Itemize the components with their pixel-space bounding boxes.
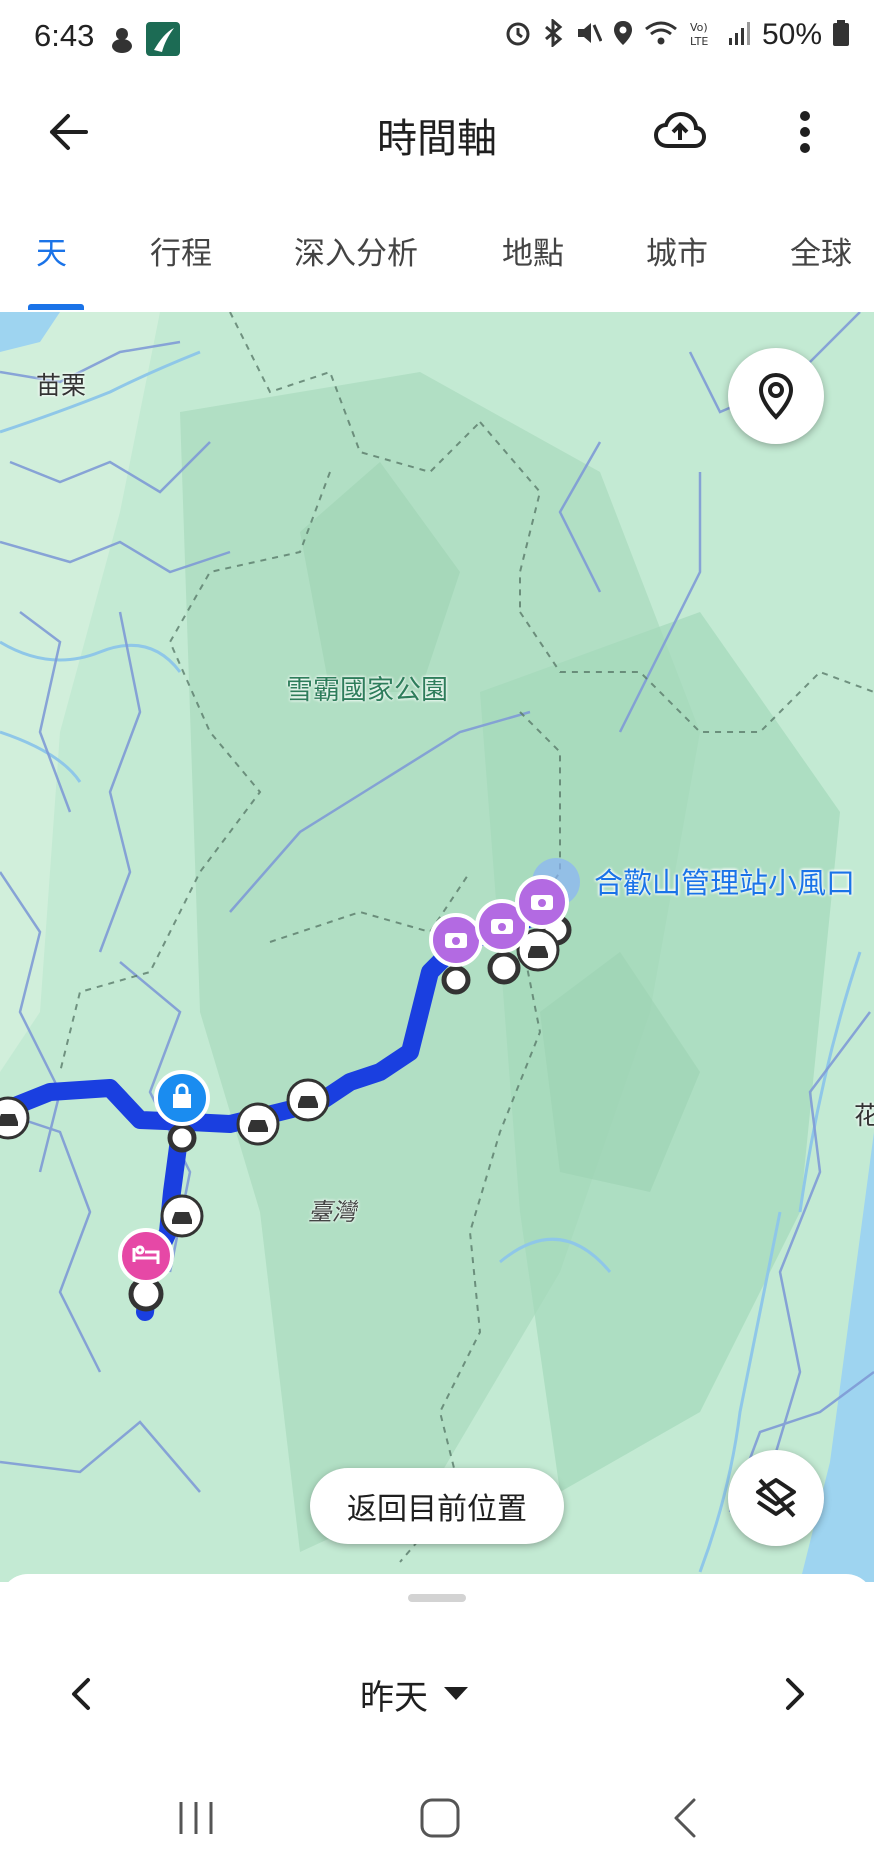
tab-world[interactable]: 全球 — [790, 228, 852, 308]
layers-toggle-button[interactable] — [728, 1450, 824, 1546]
back-nav-icon — [674, 1798, 696, 1838]
chevron-left-icon — [72, 1678, 90, 1710]
hotel-marker — [118, 1228, 174, 1284]
tab-insights[interactable]: 深入分析 — [294, 228, 418, 308]
recent-apps-button[interactable] — [176, 1798, 216, 1842]
app-logo-icon — [146, 22, 180, 60]
home-button[interactable] — [418, 1796, 462, 1844]
active-tab-indicator — [28, 304, 84, 310]
alarm-icon — [504, 19, 532, 51]
tab-cities[interactable]: 城市 — [646, 228, 708, 308]
svg-text:Vo): Vo) — [690, 21, 708, 34]
cloud-upload-button[interactable] — [650, 102, 710, 162]
next-day-button[interactable] — [772, 1666, 820, 1722]
bluetooth-icon — [542, 17, 564, 51]
app-bar: 時間軸 天 行程 深入分析 地點 城市 全球 — [0, 80, 874, 310]
signal-icon — [728, 20, 752, 50]
page-title: 時間軸 — [377, 116, 497, 162]
day-label: 昨天 — [360, 1677, 428, 1718]
caret-down-icon — [444, 1687, 468, 1700]
svg-text:LTE: LTE — [690, 35, 708, 48]
tab-places[interactable]: 地點 — [502, 228, 564, 308]
app-notification-icon — [108, 24, 136, 58]
cloud-upload-icon — [654, 112, 706, 148]
location-pin-icon — [758, 372, 794, 420]
status-bar: 6:43 Vo) LTE 50% — [0, 0, 874, 80]
more-vert-icon — [800, 111, 810, 153]
location-icon — [612, 19, 634, 51]
place-pin-button[interactable] — [728, 348, 824, 444]
tab-trips[interactable]: 行程 — [150, 228, 212, 308]
map-view[interactable]: 苗栗 雪霸國家公園 臺灣 合歡山管理站小風口 花 — [0, 312, 874, 1582]
day-selector[interactable]: 昨天 — [360, 1666, 468, 1722]
battery-icon — [832, 19, 850, 51]
notification-icons — [108, 22, 180, 60]
back-nav-button[interactable] — [670, 1796, 700, 1844]
status-time: 6:43 — [34, 18, 95, 53]
tab-day[interactable]: 天 — [36, 228, 67, 308]
mute-icon — [574, 19, 603, 51]
wifi-icon — [644, 19, 678, 51]
previous-day-button[interactable] — [56, 1666, 104, 1722]
volte-icon: Vo) LTE — [688, 18, 718, 52]
more-options-button[interactable] — [780, 102, 830, 162]
chevron-right-icon — [786, 1678, 804, 1710]
battery-percent: 50% — [761, 18, 822, 51]
drag-handle[interactable] — [408, 1594, 466, 1602]
system-nav-bar — [0, 1764, 874, 1874]
recent-apps-icon — [179, 1802, 213, 1834]
return-to-location-button[interactable]: 返回目前位置 — [310, 1468, 564, 1544]
layers-off-icon — [756, 1478, 796, 1518]
route-overlay — [0, 858, 580, 1321]
system-icons: Vo) LTE 50% — [504, 17, 850, 52]
tab-bar: 天 行程 深入分析 地點 城市 全球 — [0, 228, 874, 308]
home-icon — [420, 1798, 460, 1838]
shopping-marker — [154, 1070, 210, 1126]
